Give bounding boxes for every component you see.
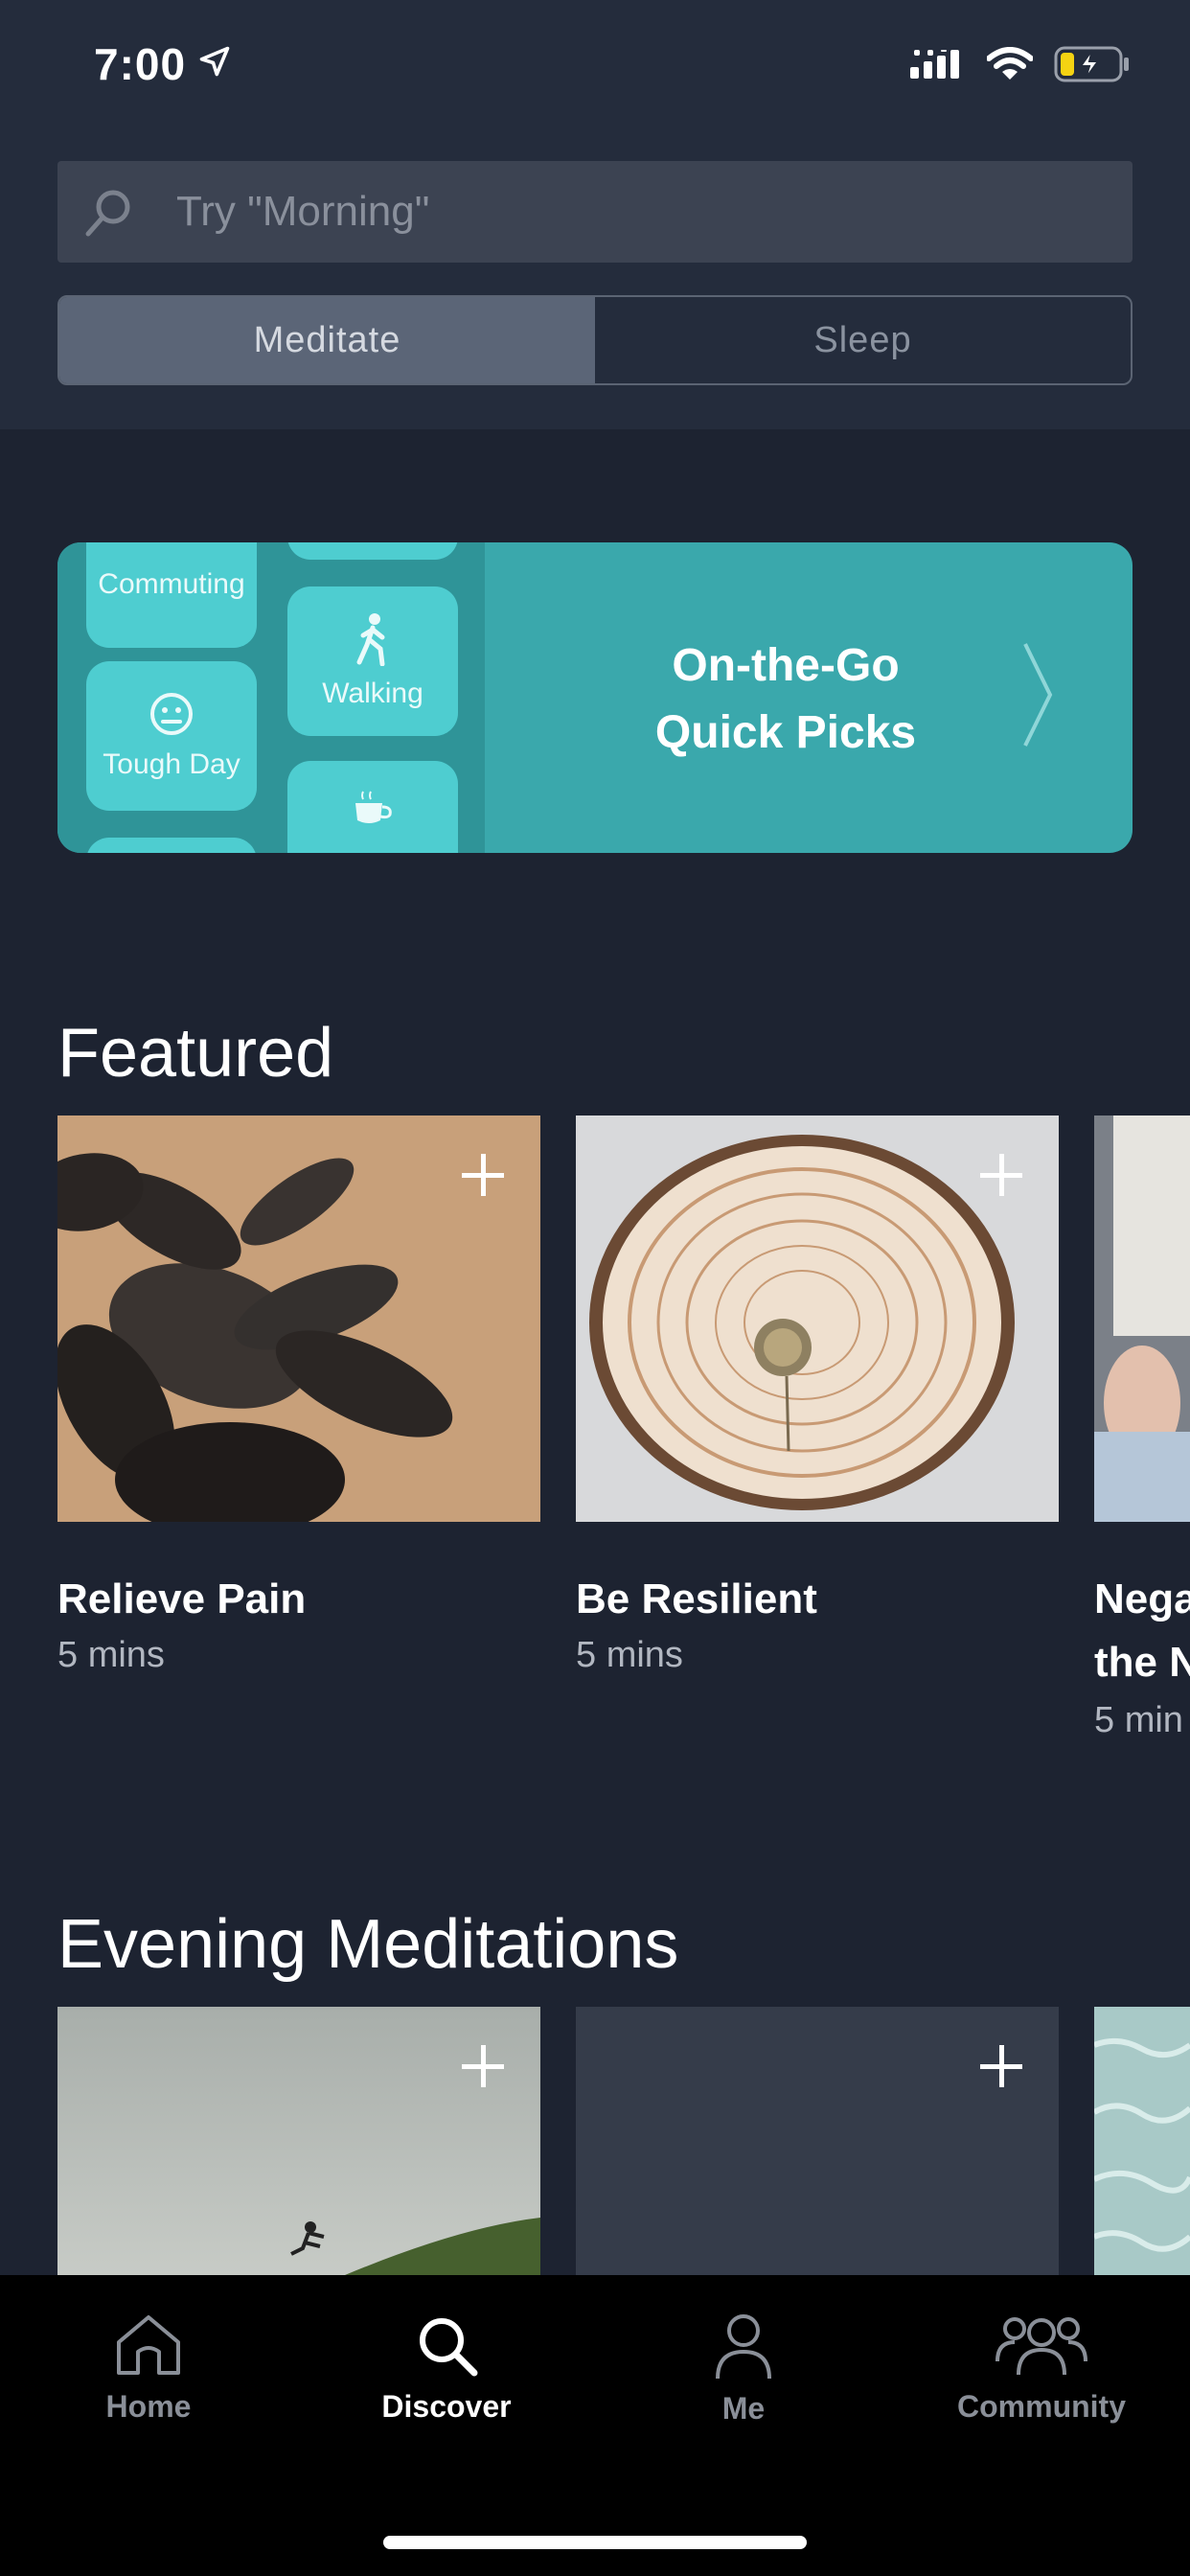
community-icon bbox=[995, 2317, 1087, 2376]
evening-meditations-title: Evening Meditations bbox=[57, 1906, 679, 1983]
card-title-line1: Nega bbox=[1094, 1576, 1190, 1622]
card-title: Relieve Pain bbox=[57, 1576, 307, 1622]
search-icon bbox=[85, 190, 130, 237]
tab-label: Home bbox=[105, 2389, 192, 2424]
card-duration: 5 mins bbox=[57, 1635, 165, 1675]
card-duration: 5 min bbox=[1094, 1700, 1183, 1740]
status-icons bbox=[910, 46, 1131, 82]
segmented-control: Meditate Sleep bbox=[57, 295, 1133, 385]
card-relieve-pain[interactable]: Relieve Pain 5 mins bbox=[57, 1116, 540, 1729]
tab-me[interactable]: Me bbox=[629, 2312, 858, 2426]
card-title: Be Resilient bbox=[576, 1576, 817, 1622]
card-title-line2: the N bbox=[1094, 1639, 1190, 1686]
tile-tough-day: Tough Day bbox=[86, 661, 257, 811]
tile-label: Tough Day bbox=[103, 748, 240, 780]
tab-label: Discover bbox=[381, 2389, 512, 2424]
location-arrow-icon bbox=[199, 46, 230, 77]
tile-label: Commuting bbox=[98, 568, 245, 600]
wifi-icon bbox=[987, 47, 1033, 80]
card-evening-2[interactable] bbox=[576, 2007, 1059, 2275]
tile-coffee bbox=[287, 761, 458, 853]
home-icon bbox=[117, 2315, 180, 2375]
card-duration: 5 mins bbox=[576, 1635, 683, 1675]
tile-top-partial bbox=[287, 542, 458, 560]
card-image bbox=[1094, 2007, 1190, 2275]
home-indicator[interactable] bbox=[383, 2536, 807, 2549]
status-time: 7:00 bbox=[94, 39, 187, 89]
card-be-resilient[interactable]: Be Resilient 5 mins bbox=[576, 1116, 1059, 1729]
walking-icon bbox=[356, 613, 385, 666]
tile-label: Walking bbox=[322, 678, 423, 709]
tile-commuting: Commuting bbox=[86, 542, 257, 648]
featured-title: Featured bbox=[57, 1015, 334, 1092]
search-placeholder: Try "Morning" bbox=[176, 188, 430, 235]
card-image bbox=[1094, 1116, 1190, 1522]
header: 7:00 Try "Morning" Meditate Sleep bbox=[0, 0, 1190, 429]
card-evening-3[interactable] bbox=[1094, 2007, 1190, 2275]
add-icon[interactable] bbox=[462, 1154, 504, 1196]
tab-discover[interactable]: Discover bbox=[332, 2312, 561, 2425]
card-title: Nega the N bbox=[1094, 1568, 1190, 1694]
card-evening-1[interactable] bbox=[57, 2007, 540, 2275]
add-icon[interactable] bbox=[462, 2045, 504, 2087]
cellular-signal-icon bbox=[910, 50, 959, 79]
add-icon[interactable] bbox=[980, 1154, 1022, 1196]
tab-community[interactable]: Community bbox=[927, 2312, 1156, 2425]
water-image bbox=[1094, 2007, 1190, 2275]
coffee-cup-icon bbox=[355, 791, 392, 823]
battery-charging-icon bbox=[1054, 46, 1129, 82]
tab-label: Community bbox=[957, 2389, 1126, 2424]
tile-walking: Walking bbox=[287, 586, 458, 736]
search-icon bbox=[420, 2318, 478, 2377]
segment-sleep[interactable]: Sleep bbox=[595, 297, 1131, 383]
person-icon bbox=[716, 2314, 771, 2380]
tab-home[interactable]: Home bbox=[34, 2312, 263, 2425]
banner-title: On-the-Go Quick Picks bbox=[479, 632, 1092, 767]
add-icon[interactable] bbox=[980, 2045, 1022, 2087]
banner-title-line1: On-the-Go bbox=[672, 640, 900, 691]
chevron-right-icon bbox=[1023, 643, 1053, 747]
tab-label: Me bbox=[721, 2391, 766, 2426]
tile-bottom-partial bbox=[86, 838, 257, 853]
quick-picks-banner[interactable]: Commuting Walking Tough Day On-the-Go Qu… bbox=[57, 542, 1133, 853]
search-bar[interactable]: Try "Morning" bbox=[57, 161, 1133, 263]
banner-tiles: Commuting Walking Tough Day bbox=[57, 542, 485, 853]
newspaper-image bbox=[1094, 1116, 1190, 1522]
banner-title-line2: Quick Picks bbox=[654, 707, 917, 758]
neutral-face-icon bbox=[150, 693, 193, 735]
segment-meditate[interactable]: Meditate bbox=[59, 297, 595, 383]
card-partial[interactable]: Nega the N 5 min bbox=[1094, 1116, 1190, 1748]
tab-bar: Home Discover Me Community bbox=[0, 2275, 1190, 2576]
